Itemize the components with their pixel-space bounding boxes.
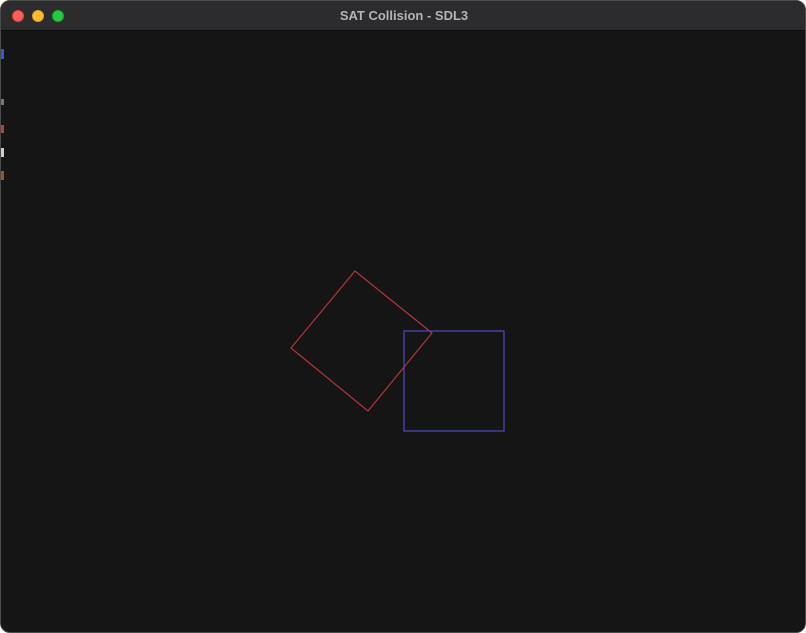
rotated-red-square	[290, 270, 433, 412]
title-bar[interactable]: SAT Collision - SDL3	[1, 1, 805, 31]
edge-mark	[1, 49, 4, 59]
scene-svg	[290, 270, 505, 432]
render-canvas[interactable]	[1, 31, 805, 632]
edge-mark	[1, 148, 4, 157]
edge-mark	[1, 125, 4, 133]
edge-mark	[1, 171, 4, 180]
axis-aligned-blue-square	[403, 330, 505, 432]
edge-mark	[1, 99, 4, 105]
app-window: SAT Collision - SDL3	[0, 0, 806, 633]
window-title: SAT Collision - SDL3	[339, 8, 469, 23]
